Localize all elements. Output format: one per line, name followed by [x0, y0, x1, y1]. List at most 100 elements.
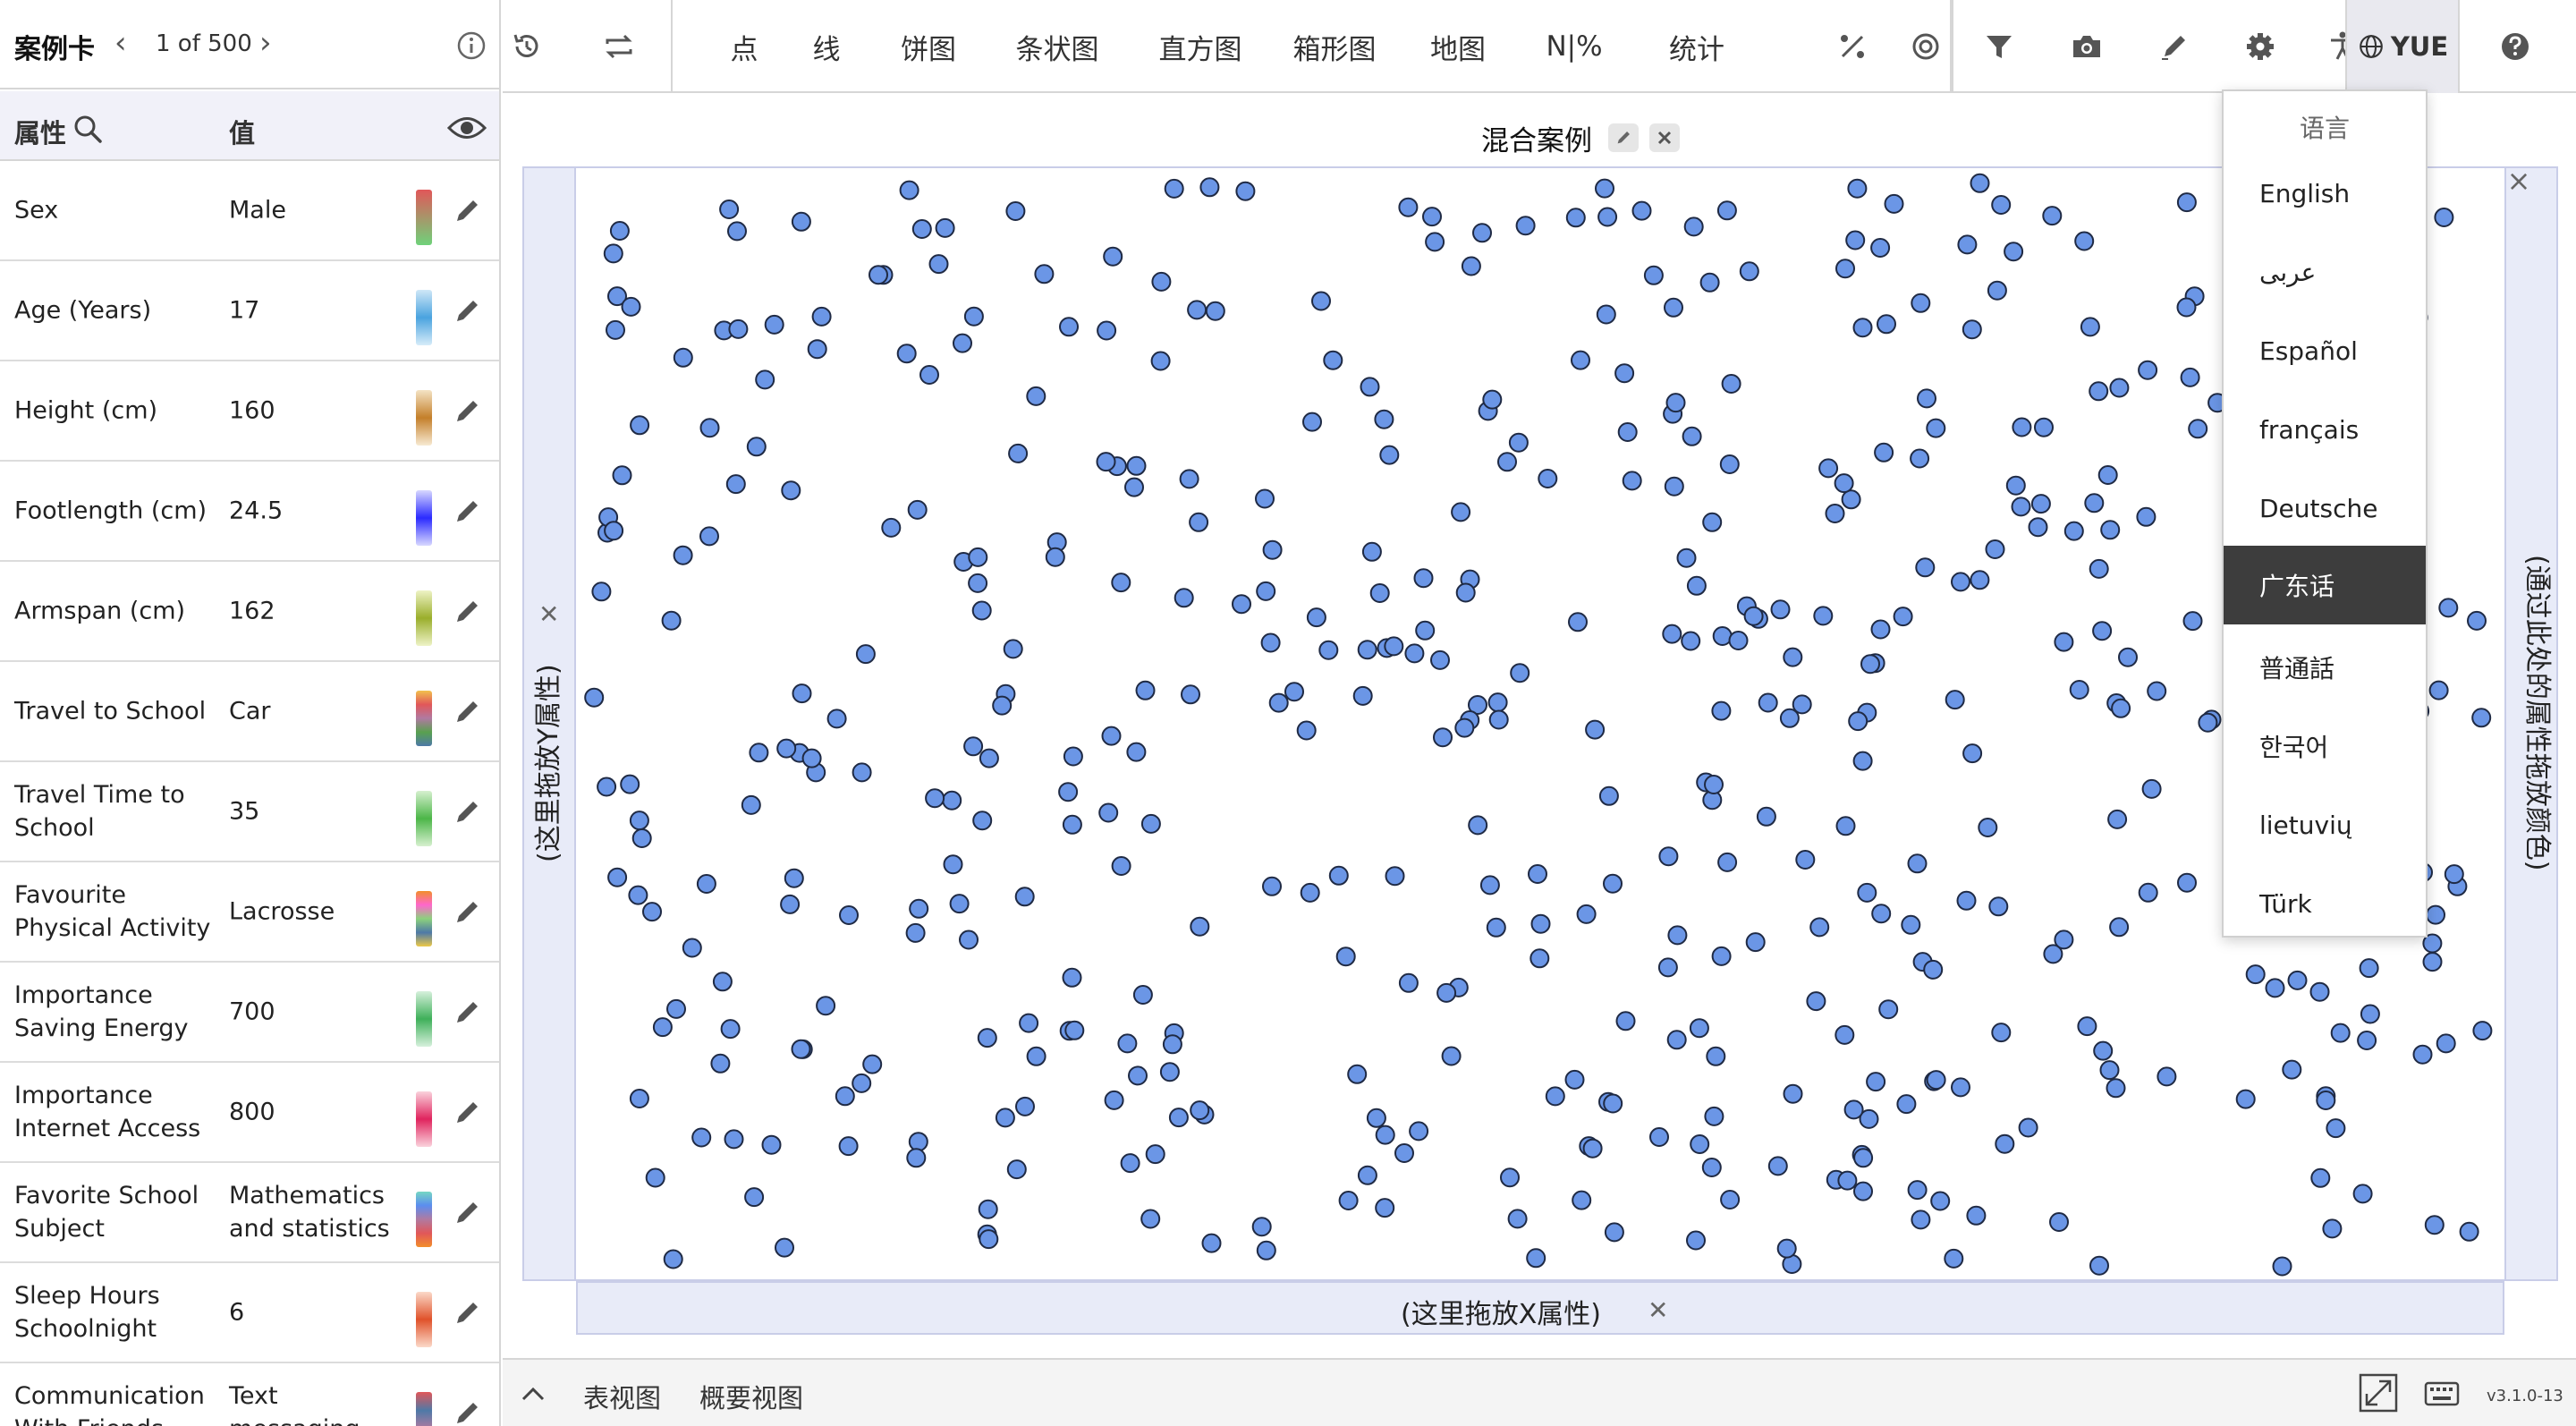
- data-point[interactable]: [2426, 904, 2445, 925]
- keyboard-icon[interactable]: [2424, 1379, 2460, 1408]
- close-graph-button[interactable]: [1649, 123, 1680, 152]
- data-point[interactable]: [1783, 647, 1803, 667]
- data-point[interactable]: [1857, 882, 1877, 903]
- data-point[interactable]: [629, 811, 649, 831]
- data-point[interactable]: [839, 905, 859, 925]
- edit-attribute-icon[interactable]: [453, 596, 483, 626]
- data-point[interactable]: [1385, 866, 1405, 887]
- data-point[interactable]: [725, 474, 746, 495]
- data-point[interactable]: [1896, 1094, 1917, 1115]
- data-point[interactable]: [724, 1129, 744, 1150]
- data-point[interactable]: [1515, 216, 1536, 236]
- data-point[interactable]: [631, 828, 652, 848]
- data-point[interactable]: [1870, 238, 1891, 258]
- data-point[interactable]: [784, 868, 804, 888]
- data-point[interactable]: [2111, 698, 2131, 718]
- data-point[interactable]: [1701, 1158, 1722, 1177]
- data-point[interactable]: [1956, 890, 1977, 911]
- data-point[interactable]: [2063, 521, 2084, 541]
- data-point[interactable]: [628, 885, 648, 905]
- data-point[interactable]: [2118, 647, 2138, 667]
- data-point[interactable]: [1398, 972, 1419, 993]
- data-point[interactable]: [1468, 815, 1488, 836]
- data-point[interactable]: [591, 581, 612, 602]
- data-point[interactable]: [1479, 875, 1500, 895]
- data-point[interactable]: [781, 480, 801, 501]
- data-point[interactable]: [1834, 473, 1854, 494]
- data-point[interactable]: [1576, 904, 1597, 924]
- rerandomize-button[interactable]: [574, 0, 664, 93]
- data-point[interactable]: [1681, 631, 1701, 651]
- data-point[interactable]: [1877, 314, 1896, 335]
- data-point[interactable]: [1126, 455, 1147, 476]
- data-point[interactable]: [978, 1199, 998, 1219]
- data-point[interactable]: [1907, 1180, 1928, 1201]
- x-axis-drop-zone[interactable]: (这里拖放X属性) ✕: [576, 1281, 2504, 1335]
- data-point[interactable]: [2198, 712, 2218, 733]
- data-point[interactable]: [791, 211, 811, 232]
- data-point[interactable]: [1398, 197, 1419, 217]
- data-point[interactable]: [1357, 640, 1377, 660]
- data-point[interactable]: [1062, 814, 1082, 835]
- data-point[interactable]: [1662, 624, 1682, 644]
- data-point[interactable]: [1682, 426, 1702, 446]
- data-point[interactable]: [1970, 570, 1990, 590]
- y-axis-drop-zone[interactable]: ✕ (这里拖放Y属性): [522, 166, 576, 1281]
- data-point[interactable]: [696, 874, 716, 894]
- data-point[interactable]: [1375, 1125, 1395, 1145]
- data-point[interactable]: [1878, 999, 1899, 1020]
- data-point[interactable]: [1064, 1020, 1085, 1040]
- data-point[interactable]: [1375, 1198, 1395, 1218]
- edit-attribute-icon[interactable]: [453, 796, 483, 827]
- previous-case-button[interactable]: ‹: [114, 25, 127, 61]
- data-point[interactable]: [1585, 719, 1606, 740]
- data-point[interactable]: [1404, 643, 1425, 664]
- data-point[interactable]: [2316, 1091, 2336, 1110]
- data-point[interactable]: [1598, 785, 1619, 806]
- data-point[interactable]: [597, 777, 617, 797]
- data-point[interactable]: [621, 296, 641, 317]
- data-point[interactable]: [2080, 317, 2100, 337]
- data-point[interactable]: [1874, 442, 1894, 463]
- close-icon[interactable]: ✕: [538, 599, 559, 629]
- data-point[interactable]: [1430, 649, 1450, 670]
- data-point[interactable]: [620, 774, 640, 794]
- data-point[interactable]: [2235, 1089, 2256, 1109]
- data-point[interactable]: [1111, 856, 1131, 876]
- data-point[interactable]: [2272, 1256, 2292, 1277]
- data-point[interactable]: [1806, 991, 1826, 1012]
- data-point[interactable]: [1005, 201, 1026, 221]
- data-point[interactable]: [2138, 882, 2158, 903]
- data-point[interactable]: [1603, 1093, 1623, 1114]
- color-swatch[interactable]: [416, 991, 432, 1047]
- percent-graph-button[interactable]: N|%: [1512, 0, 1637, 93]
- data-point[interactable]: [1702, 512, 1723, 532]
- lines-graph-button[interactable]: 线: [791, 0, 862, 93]
- data-point[interactable]: [1360, 377, 1380, 397]
- language-option[interactable]: 한국어: [2224, 707, 2426, 785]
- data-point[interactable]: [1728, 631, 1749, 650]
- edit-attribute-icon[interactable]: [453, 1097, 483, 1127]
- data-point[interactable]: [907, 499, 928, 520]
- data-point[interactable]: [764, 314, 784, 335]
- data-point[interactable]: [1260, 632, 1281, 653]
- attribute-value[interactable]: 162: [229, 595, 399, 628]
- graph-title[interactable]: 混合案例: [1481, 118, 1592, 158]
- data-point[interactable]: [1096, 452, 1116, 472]
- data-point[interactable]: [1841, 489, 1861, 510]
- attribute-value[interactable]: Lacrosse: [229, 895, 399, 929]
- data-point[interactable]: [1433, 727, 1453, 748]
- data-point[interactable]: [1369, 583, 1390, 603]
- data-point[interactable]: [673, 347, 693, 368]
- data-point[interactable]: [629, 1089, 649, 1108]
- data-point[interactable]: [1657, 957, 1678, 978]
- data-point[interactable]: [2245, 964, 2266, 985]
- data-point[interactable]: [607, 867, 628, 887]
- data-point[interactable]: [2434, 208, 2454, 227]
- data-point[interactable]: [1140, 1209, 1161, 1229]
- data-point[interactable]: [1795, 850, 1816, 870]
- data-point[interactable]: [1189, 512, 1209, 532]
- data-point[interactable]: [2188, 419, 2208, 439]
- edit-attribute-icon[interactable]: [453, 496, 483, 526]
- data-point[interactable]: [2093, 1040, 2114, 1061]
